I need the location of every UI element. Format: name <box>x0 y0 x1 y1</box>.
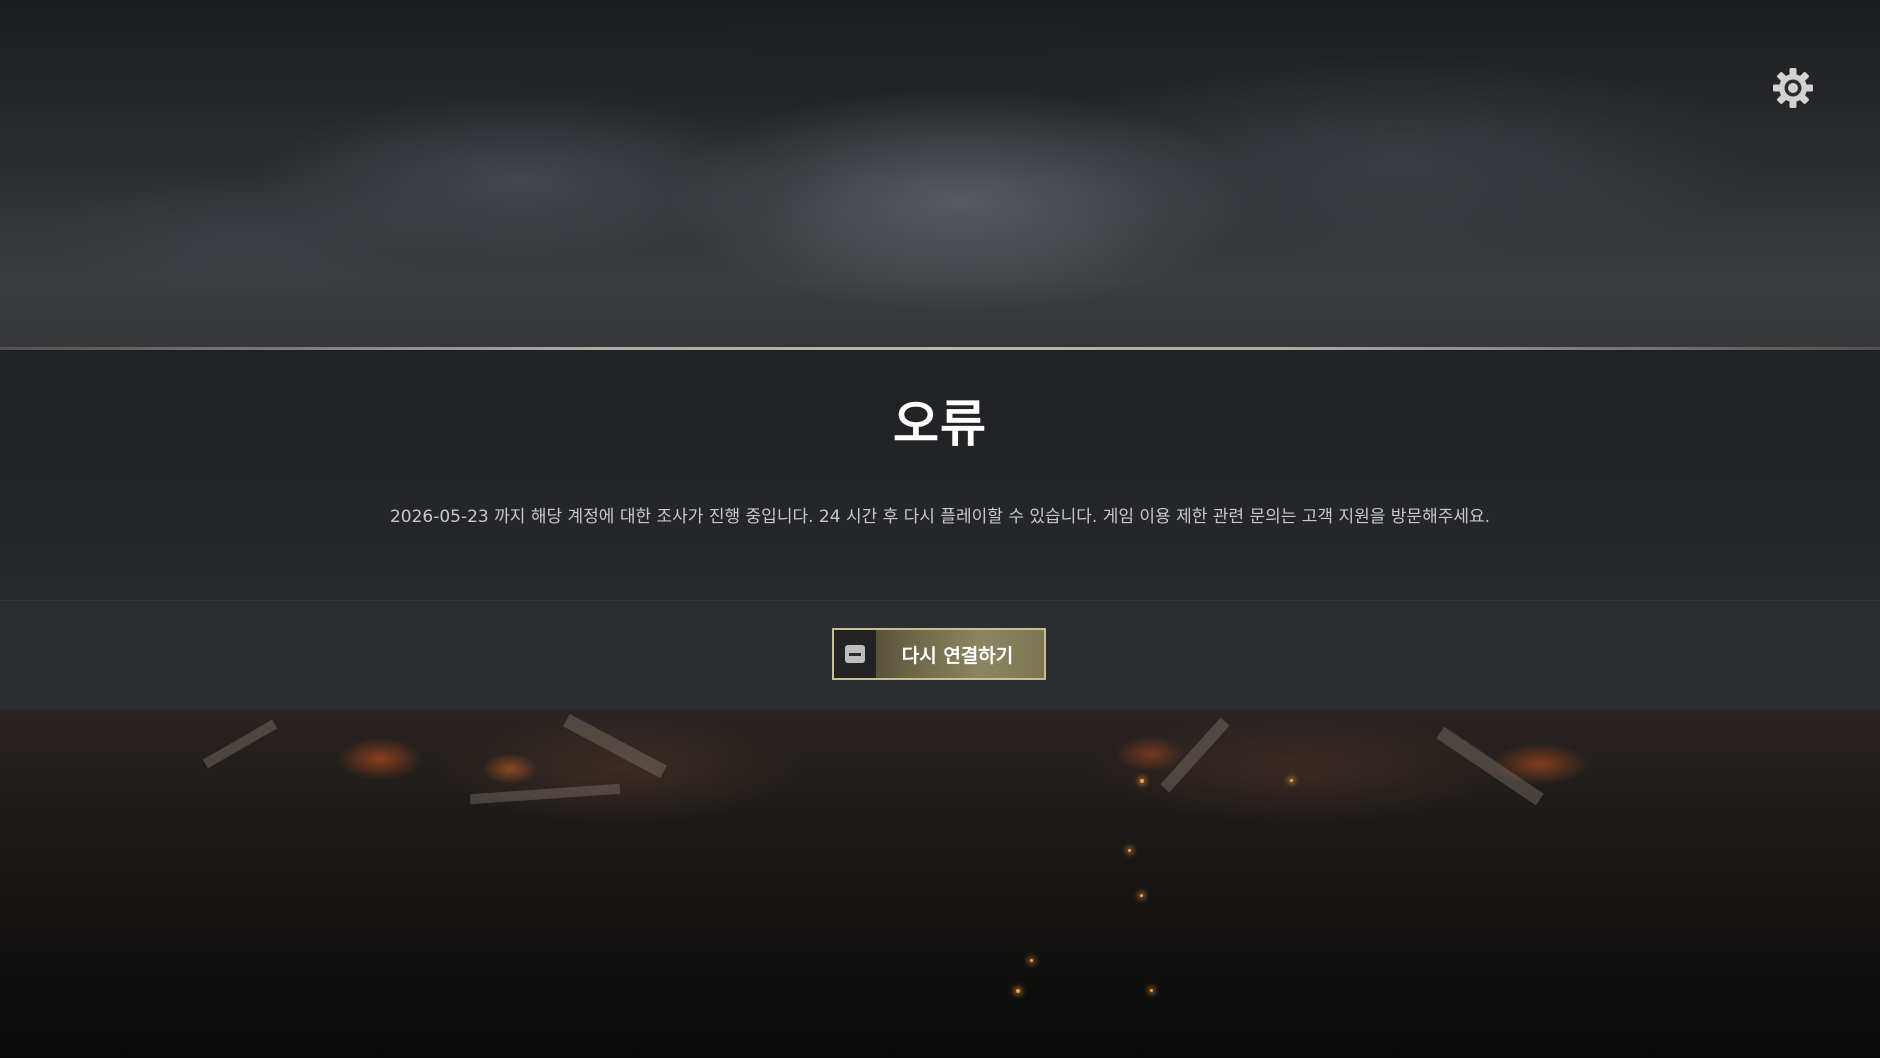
ember-particle <box>1030 959 1033 962</box>
dialog-title: 오류 <box>893 395 987 453</box>
keyboard-key-icon <box>834 630 877 678</box>
dialog-message: 2026-05-23 까지 해당 계정에 대한 조사가 진행 중입니다. 24 … <box>389 507 1491 527</box>
ember-particle <box>1140 779 1144 783</box>
ember-particle <box>1128 849 1131 852</box>
debris-shape <box>1436 726 1544 806</box>
debris-shape <box>469 783 621 805</box>
error-dialog: 오류 2026-05-23 까지 해당 계정에 대한 조사가 진행 중입니다. … <box>0 350 1880 710</box>
debris-shape <box>202 719 278 769</box>
debris-shape <box>563 713 667 779</box>
battlefield-background <box>0 709 1880 1058</box>
stormy-sky-background <box>0 0 1880 350</box>
ember-particle <box>1290 779 1293 782</box>
ember-particle <box>1140 894 1143 897</box>
reconnect-button-label: 다시 연결하기 <box>901 644 1014 667</box>
reconnect-button[interactable]: 다시 연결하기 <box>832 628 1046 680</box>
dialog-body: 오류 2026-05-23 까지 해당 계정에 대한 조사가 진행 중입니다. … <box>0 350 1880 600</box>
settings-button[interactable] <box>1771 66 1815 110</box>
gear-icon <box>1773 68 1813 108</box>
debris-shape <box>1160 717 1230 793</box>
ember-particle <box>1016 989 1020 993</box>
error-screen: 오류 2026-05-23 까지 해당 계정에 대한 조사가 진행 중입니다. … <box>0 0 1880 1058</box>
key-glyph <box>845 645 865 663</box>
ember-particle <box>1150 989 1153 992</box>
